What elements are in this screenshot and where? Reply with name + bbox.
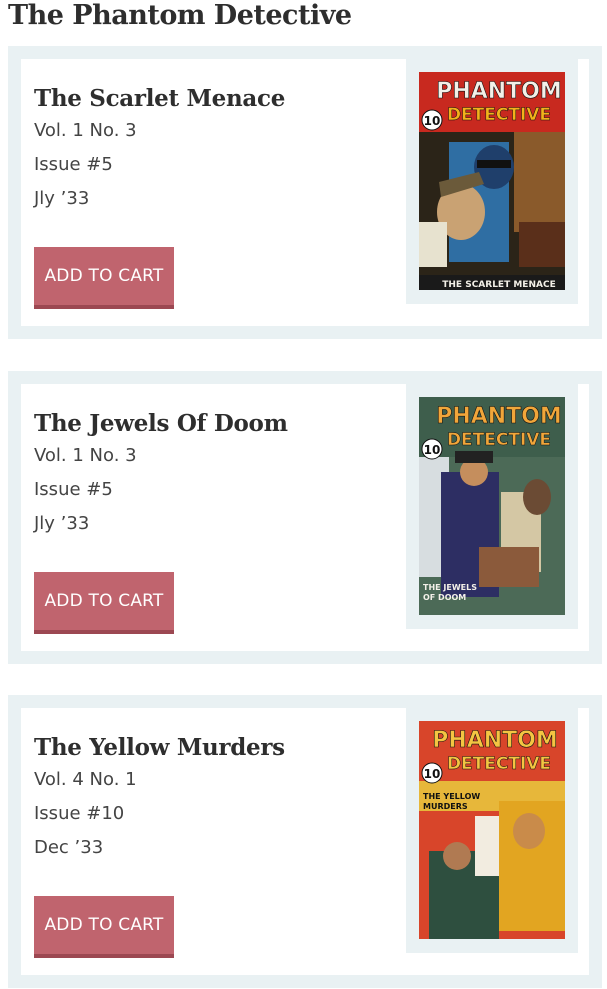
cover-frame: 10 PHANTOM DETECTIVE THE SCARLET MENACE [406,59,578,304]
issue-card-body: The Yellow Murders Vol. 4 No. 1 Issue #1… [21,708,589,975]
cover-price: 10 [424,443,441,457]
issue-number: Issue #10 [34,803,125,824]
issue-card-body: The Jewels Of Doom Vol. 1 No. 3 Issue #5… [21,384,589,651]
cover-masthead-bottom: DETECTIVE [447,430,551,450]
cover-image[interactable]: 10 PHANTOM DETECTIVE THE YELLOW MURDERS [419,721,565,939]
issue-volume: Vol. 1 No. 3 [34,445,137,466]
issue-date: Jly ’33 [34,188,90,209]
cover-story-title: THE JEWELS [423,583,477,592]
issue-card: The Scarlet Menace Vol. 1 No. 3 Issue #5… [8,46,602,339]
issue-volume: Vol. 4 No. 1 [34,769,137,790]
issue-number: Issue #5 [34,154,113,175]
issue-number: Issue #5 [34,479,113,500]
cover-story-title: THE YELLOW [423,792,480,801]
cover-image[interactable]: 10 PHANTOM DETECTIVE THE SCARLET MENACE [419,72,565,290]
issue-date: Jly ’33 [34,513,90,534]
issue-volume: Vol. 1 No. 3 [34,120,137,141]
issue-title[interactable]: The Yellow Murders [34,734,285,762]
cover-story-subtitle: OF DOOM [423,593,466,602]
cover-masthead-top: PHANTOM [432,728,558,753]
cover-frame: 10 PHANTOM DETECTIVE THE JEWELS OF DOOM [406,384,578,629]
issue-card-body: The Scarlet Menace Vol. 1 No. 3 Issue #5… [21,59,589,326]
issue-title[interactable]: The Jewels Of Doom [34,410,288,438]
cover-image[interactable]: 10 PHANTOM DETECTIVE THE JEWELS OF DOOM [419,397,565,615]
cover-frame: 10 PHANTOM DETECTIVE THE YELLOW MURDERS [406,708,578,953]
cover-story-title: THE SCARLET MENACE [442,280,555,290]
issue-date: Dec ’33 [34,837,104,858]
cover-price: 10 [424,114,441,128]
cover-masthead-top: PHANTOM [436,79,562,104]
cover-price: 10 [424,767,441,781]
issue-card: The Jewels Of Doom Vol. 1 No. 3 Issue #5… [8,371,602,664]
cover-masthead-top: PHANTOM [436,404,562,429]
cover-story-subtitle: MURDERS [423,802,468,811]
add-to-cart-button[interactable]: ADD TO CART [34,896,174,958]
page-title: The Phantom Detective [8,0,352,31]
cover-masthead-bottom: DETECTIVE [447,105,551,125]
cover-masthead-bottom: DETECTIVE [447,754,551,774]
add-to-cart-button[interactable]: ADD TO CART [34,572,174,634]
add-to-cart-button[interactable]: ADD TO CART [34,247,174,309]
issue-card: The Yellow Murders Vol. 4 No. 1 Issue #1… [8,695,602,988]
issue-title[interactable]: The Scarlet Menace [34,85,285,113]
